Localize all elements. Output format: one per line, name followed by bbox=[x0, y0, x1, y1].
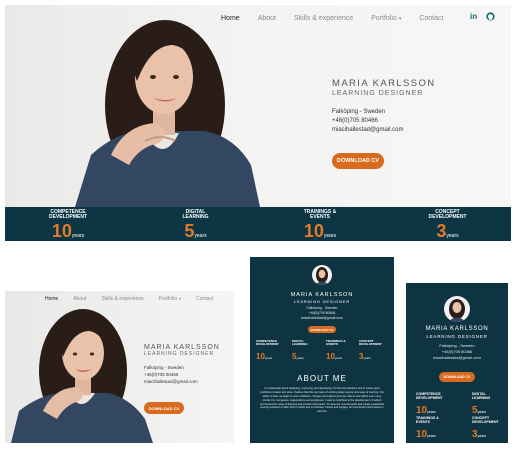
nav-contact[interactable]: Contact bbox=[419, 15, 443, 22]
profile-name: MARIA KARLSSON bbox=[425, 326, 489, 332]
stat-label: COMPETENCE DEVELOPMENT bbox=[416, 392, 443, 400]
stat-label: DIGITAL LEARNING bbox=[182, 209, 209, 221]
stat-unit: years bbox=[427, 410, 436, 415]
stat-value: 10 bbox=[416, 429, 428, 441]
stat-trainings: TRAININGS & EVENTS 10years bbox=[416, 416, 452, 442]
stat-label: CONCEPT DEVELOPMENT bbox=[472, 416, 499, 424]
desktop-preview: Home About Skills & experience Portfolio… bbox=[5, 5, 511, 241]
stat-unit: years bbox=[194, 232, 207, 239]
profile-phone: +46(0)705 80466 bbox=[332, 118, 378, 124]
profile-role: LEARNING DESIGNER bbox=[426, 334, 488, 339]
stat-label: COMPETENCE DEVELOPMENT bbox=[48, 209, 88, 221]
profile-email: miacihallestad@gmail.com bbox=[332, 127, 404, 133]
nav-portfolio-label: Portfolio bbox=[158, 296, 178, 302]
stat-unit: years bbox=[427, 434, 436, 439]
github-icon[interactable] bbox=[486, 12, 495, 21]
chevron-down-icon: ▾ bbox=[179, 296, 182, 301]
stat-unit: years bbox=[71, 232, 85, 239]
profile-phone: +46(0)705 80466 bbox=[144, 372, 179, 377]
nav-contact[interactable]: Contact bbox=[196, 296, 213, 302]
linkedin-icon[interactable]: in bbox=[470, 12, 477, 21]
nav-home[interactable]: Home bbox=[221, 15, 240, 22]
stats-row: COMPETENCE DEVELOPMENT 10years DIGITAL L… bbox=[256, 339, 388, 361]
nav-home[interactable]: Home bbox=[45, 296, 58, 302]
about-text: I'm passionate about designing, improvin… bbox=[260, 387, 384, 414]
profile-email: miacihallestad@gmail.com bbox=[144, 379, 198, 384]
stat-value: 10 bbox=[303, 220, 324, 241]
profile-role: LEARNING DESIGNER bbox=[293, 299, 351, 304]
stat-competence: COMPETENCE DEVELOPMENT 10years bbox=[416, 392, 452, 418]
stat-label: DIGITAL LEARNING bbox=[472, 392, 491, 400]
stat-unit: years bbox=[363, 356, 371, 361]
tablet-nav: Home About Skills & experience Portfolio… bbox=[45, 296, 213, 302]
stats-bar: COMPETENCE DEVELOPMENT 10years DIGITAL L… bbox=[5, 207, 511, 241]
profile-location: Falköping - Sweden bbox=[439, 343, 475, 348]
stat-unit: years bbox=[334, 356, 343, 361]
stat-label: TRAININGS & EVENTS bbox=[303, 209, 337, 221]
stat-unit: years bbox=[477, 434, 487, 439]
nav-portfolio-label: Portfolio bbox=[371, 14, 397, 22]
profile-phone: +46(0)705 80466 bbox=[441, 349, 473, 354]
nav-about[interactable]: About bbox=[258, 15, 276, 22]
stat-unit: years bbox=[264, 356, 273, 361]
chevron-down-icon: ▾ bbox=[398, 15, 402, 22]
nav-skills[interactable]: Skills & experience bbox=[294, 15, 353, 22]
stat-value: 10 bbox=[326, 352, 335, 362]
profile-role: LEARNING DESIGNER bbox=[332, 90, 424, 97]
stat-concept: CONCEPT DEVELOPMENT 3years bbox=[425, 209, 470, 241]
tablet-preview: Home About Skills & experience Portfolio… bbox=[5, 291, 234, 443]
stat-digital: DIGITAL LEARNING 5years bbox=[173, 209, 218, 241]
profile-name: MARIA KARLSSON bbox=[144, 344, 220, 351]
nav-about[interactable]: About bbox=[73, 296, 86, 302]
profile-name: MARIA KARLSSON bbox=[290, 292, 354, 298]
main-nav: Home About Skills & experience Portfolio… bbox=[221, 13, 443, 23]
stat-value: 10 bbox=[256, 352, 265, 362]
avatar bbox=[444, 296, 470, 322]
stat-label: TRAININGS & EVENTS bbox=[416, 416, 439, 424]
profile-block: MARIA KARLSSON LEARNING DESIGNER Falköpi… bbox=[332, 78, 502, 133]
stat-value: 5 bbox=[184, 220, 195, 241]
download-cv-button[interactable]: DOWNLOAD CV bbox=[144, 402, 184, 414]
download-cv-button[interactable]: DOWNLOAD CV bbox=[439, 372, 475, 382]
download-cv-button[interactable]: DOWNLOAD CV bbox=[308, 326, 336, 333]
nav-skills[interactable]: Skills & experience bbox=[101, 296, 143, 302]
stat-concept: CONCEPT DEVELOPMENT 3years bbox=[359, 339, 389, 364]
profile-location: Falköping - Sweden bbox=[144, 365, 184, 370]
about-heading: ABOUT ME bbox=[297, 374, 347, 383]
avatar bbox=[312, 265, 332, 285]
mobile-preview-about: MARIA KARLSSON LEARNING DESIGNER Falköpi… bbox=[250, 257, 394, 443]
profile-photo bbox=[11, 309, 153, 443]
mobile-preview: MARIA KARLSSON LEARNING DESIGNER Falköpi… bbox=[406, 283, 508, 443]
stat-competence: COMPETENCE DEVELOPMENT 10years bbox=[43, 209, 93, 241]
profile-block: MARIA KARLSSON LEARNING DESIGNER Falköpi… bbox=[144, 344, 232, 384]
profile-email: miacihallestad@gmail.com bbox=[433, 355, 481, 360]
stat-value: 10 bbox=[51, 220, 72, 241]
nav-portfolio[interactable]: Portfolio ▾ bbox=[159, 296, 181, 302]
stat-unit: years bbox=[296, 356, 304, 361]
profile-location: Falköping - Sweden bbox=[332, 109, 386, 115]
stat-digital: DIGITAL LEARNING 5years bbox=[292, 339, 320, 364]
stat-unit: years bbox=[477, 410, 487, 415]
stat-trainings: TRAININGS & EVENTS 10years bbox=[326, 339, 354, 364]
stat-value: 3 bbox=[436, 220, 447, 241]
profile-photo bbox=[75, 20, 260, 207]
profile-email: miacihallestad@gmail.com bbox=[301, 316, 343, 320]
profile-name: MARIA KARLSSON bbox=[332, 78, 436, 89]
profile-role: LEARNING DESIGNER bbox=[144, 351, 215, 357]
profile-phone: +46(0)705 80466 bbox=[308, 311, 336, 315]
download-cv-button[interactable]: DOWNLOAD CV bbox=[332, 153, 384, 169]
stat-digital: DIGITAL LEARNING 5years bbox=[472, 392, 502, 418]
nav-portfolio[interactable]: Portfolio ▾ bbox=[371, 15, 401, 22]
stat-unit: years bbox=[446, 232, 459, 239]
stat-unit: years bbox=[323, 232, 337, 239]
stat-concept: CONCEPT DEVELOPMENT 3years bbox=[472, 416, 504, 442]
stat-trainings: TRAININGS & EVENTS 10years bbox=[300, 209, 340, 241]
stat-label: CONCEPT DEVELOPMENT bbox=[428, 209, 467, 221]
profile-location: Falköping - Sweden bbox=[306, 306, 338, 310]
stat-value: 10 bbox=[416, 405, 428, 417]
stat-competence: COMPETENCE DEVELOPMENT 10years bbox=[256, 339, 286, 364]
